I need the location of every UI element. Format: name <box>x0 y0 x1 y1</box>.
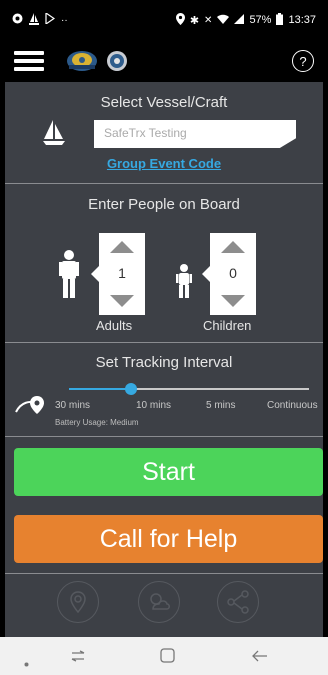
battery-usage-text: Battery Usage: Medium <box>55 418 139 427</box>
status-bar: ·· ✱ ✕ 57% 13:37 <box>0 0 328 40</box>
start-button[interactable]: Start <box>14 448 323 496</box>
coast-guard-logo <box>67 51 97 71</box>
bluetooth-icon: ✱ <box>189 14 200 27</box>
adults-count: 1 <box>118 265 126 281</box>
back-icon[interactable] <box>252 649 268 667</box>
hamburger-icon[interactable] <box>14 51 44 71</box>
vessel-select-field[interactable]: SafeTrx Testing <box>94 120 296 148</box>
children-decrement-icon[interactable] <box>221 295 245 307</box>
people-section-title: Enter People on Board <box>88 196 240 213</box>
tracking-pin-icon <box>15 396 44 414</box>
battery-icon <box>276 12 284 28</box>
interval-option-5[interactable]: 5 mins <box>206 400 235 411</box>
adults-decrement-icon[interactable] <box>110 295 134 307</box>
help-icon: ? <box>299 53 307 69</box>
stepper-notch <box>91 266 99 282</box>
adult-person-icon <box>59 250 79 298</box>
interval-option-10[interactable]: 10 mins <box>136 400 171 411</box>
location-pin-icon[interactable] <box>57 581 99 623</box>
adults-increment-icon[interactable] <box>110 241 134 253</box>
adults-stepper[interactable]: 1 <box>91 233 145 315</box>
children-count: 0 <box>229 265 237 281</box>
rescue-seal-logo <box>107 51 127 71</box>
tracking-slider-fill <box>69 388 132 390</box>
home-icon[interactable] <box>160 648 175 668</box>
notification-icons: ·· <box>12 11 68 28</box>
tracking-slider-thumb[interactable] <box>125 383 138 395</box>
system-status: ✱ ✕ 57% 13:37 <box>175 12 316 28</box>
vessel-section-title: Select Vessel/Craft <box>100 94 228 111</box>
sail-notification-icon <box>29 12 39 28</box>
mute-icon: ✕ <box>204 14 213 26</box>
sailboat-icon <box>43 120 65 145</box>
divider <box>5 436 323 437</box>
main-panel: Select Vessel/Craft SafeTrx Testing Grou… <box>5 82 323 637</box>
divider <box>5 573 323 574</box>
group-event-code-link[interactable]: Group Event Code <box>5 156 323 171</box>
recents-icon[interactable] <box>70 649 86 667</box>
weather-icon[interactable] <box>138 581 180 623</box>
wifi-icon <box>217 14 230 27</box>
more-dots-icon: ·· <box>61 14 68 26</box>
call-for-help-label: Call for Help <box>99 524 238 553</box>
divider <box>5 183 323 184</box>
child-person-icon <box>176 264 192 298</box>
clock: 13:37 <box>288 14 316 26</box>
tracking-section-title: Set Tracking Interval <box>95 354 233 371</box>
children-increment-icon[interactable] <box>221 241 245 253</box>
share-icon[interactable] <box>217 581 259 623</box>
battery-percent: 57% <box>249 14 272 26</box>
interval-option-continuous[interactable]: Continuous <box>267 400 318 411</box>
app-notification-icon <box>12 13 23 27</box>
children-label: Children <box>203 318 252 333</box>
help-button[interactable]: ? <box>292 50 314 72</box>
bottom-toolbar <box>5 579 323 629</box>
signal-icon <box>234 13 245 27</box>
play-store-icon <box>45 11 56 27</box>
divider <box>5 342 323 343</box>
start-button-label: Start <box>142 457 195 486</box>
location-icon <box>175 12 185 28</box>
interval-option-30[interactable]: 30 mins <box>55 400 90 411</box>
children-stepper[interactable]: 0 <box>202 233 256 315</box>
adults-label: Adults <box>96 318 133 333</box>
android-nav-bar <box>0 637 328 675</box>
nav-dot-icon[interactable] <box>24 654 29 672</box>
app-bar: ? <box>0 40 328 82</box>
stepper-notch <box>202 266 210 282</box>
call-for-help-button[interactable]: Call for Help <box>14 515 323 563</box>
